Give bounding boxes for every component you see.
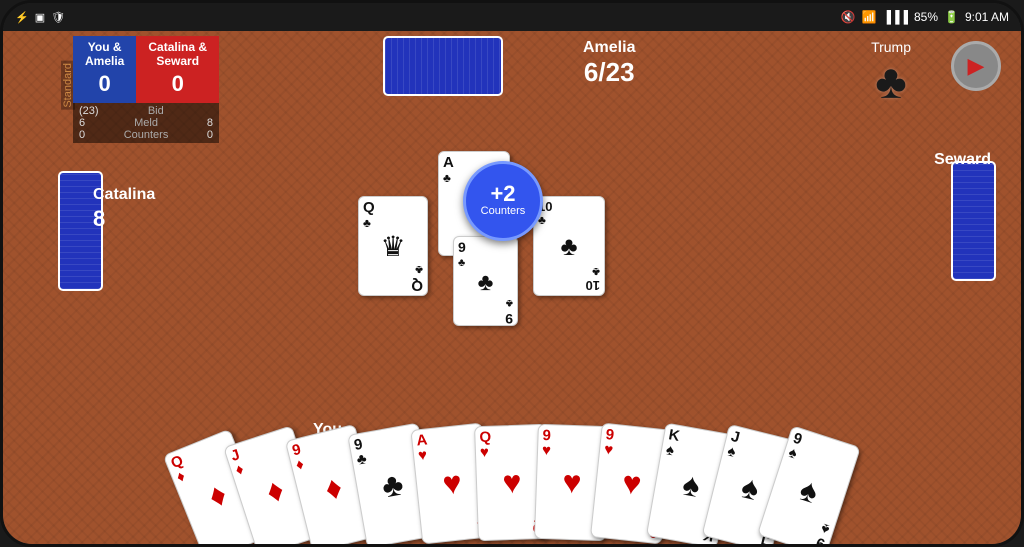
team-you-amelia-name: You &Amelia [85, 40, 124, 69]
team-catalina-seward-score: 0 [148, 69, 207, 99]
bid-value: (23) [79, 105, 99, 117]
card-rank-10-bot: 10♣ [534, 266, 604, 295]
scoreboard: You &Amelia 0 Catalina &Seward 0 (23) Bi… [73, 36, 219, 143]
card-suit-9: ♣ [454, 269, 517, 297]
hcard-bot-9s: 9♠ [809, 516, 836, 547]
game-area: Standard You &Amelia 0 Catalina &Seward … [3, 31, 1021, 544]
team-you-amelia: You &Amelia 0 [73, 36, 136, 103]
mute-icon: 🔇 [841, 10, 856, 24]
compass-icon: ▶ [968, 53, 985, 79]
battery-icon: 🔋 [944, 10, 959, 24]
team-you-amelia-score: 0 [85, 69, 124, 99]
score-teams: You &Amelia 0 Catalina &Seward 0 [73, 36, 219, 103]
counters-row: 0 Counters 0 [79, 129, 213, 141]
played-card-queen-clubs[interactable]: Q♣ ♛ Q♣ [358, 196, 428, 296]
team-catalina-seward-name: Catalina &Seward [148, 40, 207, 69]
wifi-icon: 📶 [862, 10, 877, 24]
played-card-nine-clubs[interactable]: 9♣ ♣ 9♣ [453, 236, 518, 326]
time-display: 9:01 AM [965, 10, 1009, 24]
counters-plus: +2 [490, 183, 515, 205]
bid-label: Bid [128, 105, 183, 117]
status-right-icons: 🔇 📶 ▐▐▐ 85% 🔋 9:01 AM [841, 10, 1009, 24]
counters-left: 0 [79, 129, 85, 141]
trump-area: Trump ♣ [871, 39, 911, 110]
amelia-score: 6/23 [583, 57, 635, 88]
card-rank-9: 9♣ [454, 237, 517, 269]
counters-label-badge: Counters [481, 205, 526, 218]
amelia-name: Amelia [583, 39, 635, 57]
trump-label: Trump [871, 39, 911, 55]
shield-icon: 🛡 [51, 11, 65, 24]
card-rank-q: Q♣ [359, 197, 427, 230]
compass-button[interactable]: ▶ [951, 41, 1001, 91]
card-suit-q: ♛ [359, 230, 427, 263]
meld-label: Meld [119, 117, 174, 129]
seward-label: Seward [934, 151, 991, 169]
card-suit-10: ♣ [534, 226, 604, 266]
played-card-ten-clubs[interactable]: 10♣ ♣ 10♣ [533, 196, 605, 296]
counters-label: Counters [119, 129, 174, 141]
card-rank-9-bot: 9♣ [454, 297, 517, 329]
signal-icon: ▐▐▐ [882, 10, 908, 24]
counters-badge: +2 Counters [463, 161, 543, 241]
amelia-info: Amelia 6/23 [583, 39, 635, 88]
amelia-card-back [383, 36, 503, 96]
status-left-icons: ⚡ ▣ 🛡 [15, 11, 65, 24]
team-catalina-seward: Catalina &Seward 0 [136, 36, 219, 103]
catalina-score: 8 [93, 206, 105, 232]
meld-row: 6 Meld 8 [79, 117, 213, 129]
score-details: (23) Bid 6 Meld 8 0 Counters 0 [73, 103, 219, 143]
sim-icon: ▣ [35, 11, 45, 24]
card-rank-10: 10♣ [534, 197, 604, 226]
phone-frame: ⚡ ▣ 🛡 🔇 📶 ▐▐▐ 85% 🔋 9:01 AM Standard You… [0, 0, 1024, 547]
status-bar: ⚡ ▣ 🛡 🔇 📶 ▐▐▐ 85% 🔋 9:01 AM [3, 3, 1021, 31]
meld-right: 8 [207, 117, 213, 129]
hand-area: Q♦ ♦ Q♦ J♦ ♦ J♦ 9♦ ♦ 9♦ 9♣ ♣ 9♣ [3, 414, 1021, 544]
card-rank-q-bot: Q♣ [359, 263, 427, 296]
meld-left: 6 [79, 117, 85, 129]
catalina-label: Catalina [93, 186, 155, 204]
usb-icon: ⚡ [15, 11, 29, 24]
battery-level: 85% [914, 10, 938, 24]
right-card-back [951, 161, 996, 281]
counters-right: 0 [207, 129, 213, 141]
hcard-top-qh: Q♥ [475, 425, 546, 463]
trump-suit: ♣ [871, 55, 911, 110]
bid-row: (23) Bid [79, 105, 213, 117]
